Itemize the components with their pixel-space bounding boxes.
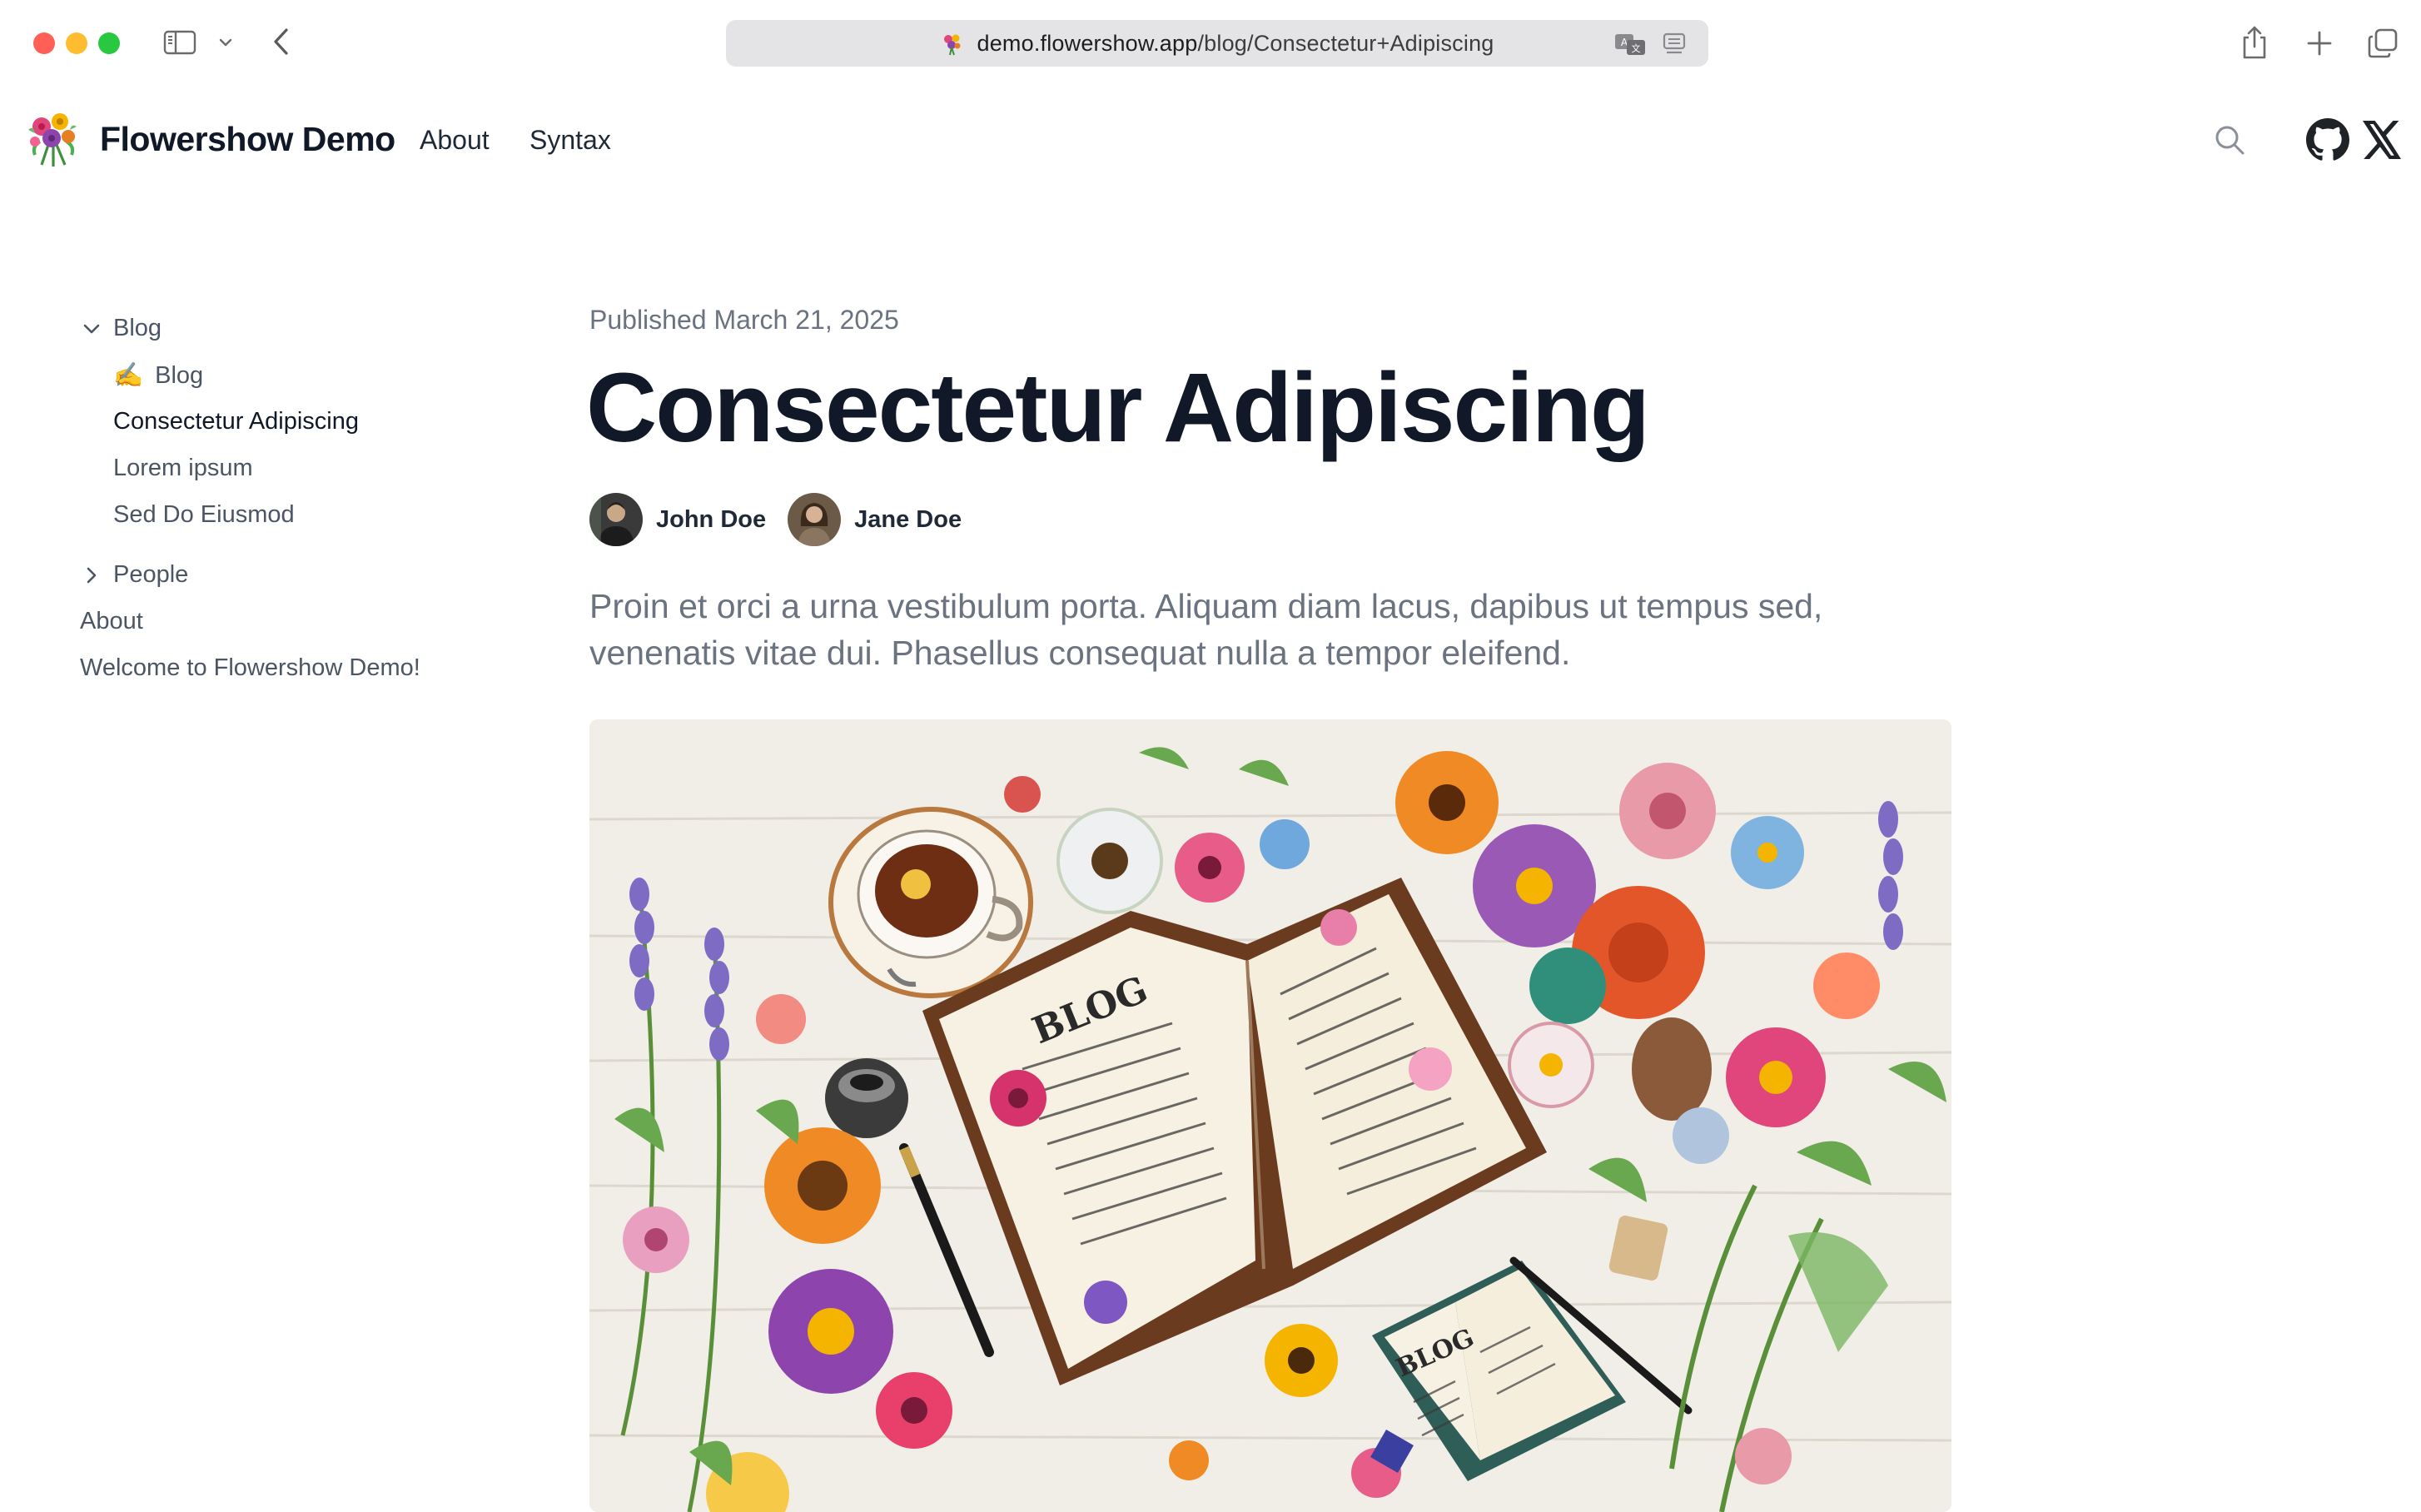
new-tab-button[interactable] <box>2301 25 2338 62</box>
address-bar[interactable]: demo.flowershow.app/blog/Consectetur+Adi… <box>726 20 1708 67</box>
sidebar-toggle-button[interactable] <box>162 28 198 57</box>
published-date: Published March 21, 2025 <box>589 305 899 335</box>
orange-daisy <box>764 1127 881 1244</box>
url-text: demo.flowershow.app/blog/Consectetur+Adi… <box>977 31 1494 57</box>
share-icon <box>2243 26 2266 59</box>
search-icon <box>2215 126 2245 155</box>
chevron-down-icon <box>80 317 103 341</box>
sidebar-group-people[interactable]: People <box>80 561 188 589</box>
flowershow-logo-icon[interactable] <box>23 108 83 168</box>
x-link[interactable] <box>2361 118 2404 162</box>
github-icon <box>2306 118 2349 161</box>
sidebar-icon <box>163 30 196 55</box>
sidebar-item-lorem-ipsum[interactable]: Lorem ipsum <box>113 455 253 482</box>
tea-cup-illustration <box>828 807 1033 998</box>
article-lead: Proin et orci a urna vestibulum porta. A… <box>589 587 1823 672</box>
sidebar-item-sed-do-eiusmod[interactable]: Sed Do Eiusmod <box>113 501 295 529</box>
page-title: Consectetur Adipiscing <box>586 353 1650 463</box>
browser-toolbar: demo.flowershow.app/blog/Consectetur+Adi… <box>0 0 2421 87</box>
sidebar-group-blog[interactable]: Blog <box>80 315 162 342</box>
x-logo-icon <box>2363 121 2401 159</box>
site-favicon-icon <box>944 34 961 56</box>
svg-text:文: 文 <box>1632 42 1641 54</box>
browser-window: demo.flowershow.app/blog/Consectetur+Adi… <box>0 0 2421 1512</box>
nav-about-link[interactable]: About <box>420 125 490 156</box>
close-window-button[interactable] <box>33 32 55 54</box>
sidebar-item-about[interactable]: About <box>80 608 143 635</box>
hero-image: BLOG BLOG <box>589 719 1951 1512</box>
translate-icon[interactable]: A 文 <box>1613 32 1647 57</box>
author-john-doe[interactable]: John Doe <box>589 493 766 546</box>
author-name: Jane Doe <box>854 505 962 533</box>
github-link[interactable] <box>2304 117 2351 163</box>
purple-daisy <box>768 1269 893 1394</box>
tab-overview-icon <box>2368 28 2398 58</box>
chevron-down-icon <box>219 38 232 47</box>
search-button[interactable] <box>2210 120 2249 160</box>
avatar <box>788 493 842 546</box>
chevron-right-icon <box>80 564 103 587</box>
minimize-window-button[interactable] <box>66 32 87 54</box>
share-button[interactable] <box>2236 23 2273 62</box>
sidebar-item-label: Blog <box>155 361 204 389</box>
nav-syntax-link[interactable]: Syntax <box>529 125 611 156</box>
plus-icon <box>2307 31 2332 56</box>
site-title[interactable]: Flowershow Demo <box>100 120 395 159</box>
reader-mode-icon[interactable] <box>1662 32 1687 57</box>
zoom-window-button[interactable] <box>98 32 120 54</box>
sidebar-group-label: People <box>113 561 189 588</box>
sidebar-group-label: Blog <box>113 315 162 341</box>
author-list: John Doe Jane Doe <box>589 493 983 546</box>
author-name: John Doe <box>656 505 767 533</box>
sidebar-menu-button[interactable] <box>215 32 236 53</box>
author-jane-doe[interactable]: Jane Doe <box>788 493 962 546</box>
writing-hand-icon: ✍️ <box>113 362 144 389</box>
avatar <box>589 493 643 546</box>
sidebar-item-blog-index[interactable]: ✍️ Blog <box>113 361 203 390</box>
site-header: Flowershow Demo About Syntax <box>0 87 2421 195</box>
back-button[interactable] <box>265 25 298 58</box>
tab-overview-button[interactable] <box>2364 25 2401 62</box>
url-host: demo.flowershow.app <box>977 30 1198 56</box>
sidebar-item-welcome[interactable]: Welcome to Flowershow Demo! <box>80 654 420 682</box>
chevron-left-icon <box>274 28 288 55</box>
url-path: /blog/Consectetur+Adipiscing <box>1197 30 1494 56</box>
sidebar-item-consectetur-adipiscing[interactable]: Consectetur Adipiscing <box>113 408 359 435</box>
